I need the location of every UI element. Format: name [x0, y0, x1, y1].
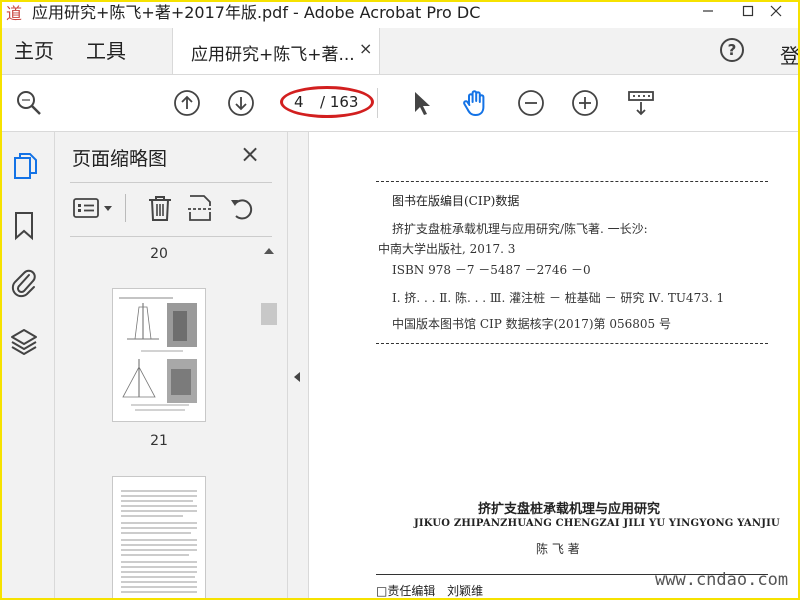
bookmarks-button[interactable] — [12, 211, 36, 245]
trash-icon — [149, 196, 171, 221]
next-page-button[interactable] — [226, 88, 256, 118]
layers-button[interactable] — [10, 326, 38, 362]
list-options-icon — [73, 198, 112, 218]
panel-title: 页面缩略图 — [72, 148, 168, 170]
panel-close-icon[interactable]: × — [240, 140, 260, 168]
close-window-button[interactable] — [756, 0, 796, 26]
site-logo: 道 — [6, 4, 24, 23]
hand-tool-button[interactable] — [460, 88, 490, 118]
maximize-icon — [742, 5, 754, 17]
minimize-icon — [703, 10, 713, 12]
thumbnail-scrollbar[interactable] — [260, 242, 278, 600]
panel-divider — [70, 236, 272, 237]
toolbar-separator — [377, 88, 378, 118]
minimize-button[interactable] — [688, 0, 728, 26]
scrollbar-thumb[interactable] — [261, 303, 277, 325]
watermark-text: www.cndao.com — [655, 570, 789, 590]
dashed-rule — [376, 343, 768, 344]
rotate-page-button[interactable] — [228, 194, 256, 226]
arrow-up-circle-icon — [174, 90, 200, 116]
left-tool-rail — [0, 132, 55, 600]
thumbnail-page-number: 20 — [150, 246, 168, 262]
book-title-pinyin: JIKUO ZHIPANZHUANG CHENGZAI JILI YU YING… — [414, 518, 780, 529]
cip-line: Ⅰ. 挤. . . Ⅱ. 陈. . . Ⅲ. 灌注桩 － 桩基础 － 研究 Ⅳ.… — [392, 291, 725, 305]
cursor-arrow-icon — [415, 92, 430, 115]
book-title: 挤扩支盘桩承载机理与应用研究 — [478, 502, 661, 517]
zoom-out-button[interactable] — [516, 88, 546, 118]
dashed-rule — [376, 181, 768, 182]
cip-line: ISBN 978 －7 －5487 －2746 －0 — [392, 263, 591, 277]
thumbnail-options-button[interactable] — [72, 194, 116, 226]
editor-name: 刘颖维 — [447, 584, 484, 598]
panel-divider — [70, 182, 272, 183]
document-tab[interactable]: 应用研究+陈飞+著... × — [172, 28, 380, 74]
editor-credit: □责任编辑 刘颖维 — [376, 582, 483, 599]
cip-line: 中国版本图书馆 CIP 数据核字(2017)第 056805 号 — [392, 317, 671, 331]
minus-circle-icon — [518, 90, 544, 116]
thumbnail-page-number: 21 — [150, 433, 168, 449]
thumbnail-text-lines — [121, 490, 197, 593]
page-thumbnails-button[interactable] — [12, 152, 40, 186]
close-icon — [770, 5, 782, 17]
plus-circle-icon — [572, 90, 598, 116]
tab-close-icon[interactable]: × — [359, 39, 372, 58]
previous-page-button[interactable] — [172, 88, 202, 118]
thumbnail-illustration — [119, 297, 197, 411]
window-title: 应用研究+陈飞+著+2017年版.pdf - Adobe Acrobat Pro… — [32, 3, 481, 22]
delete-page-button[interactable] — [146, 194, 174, 226]
panel-splitter[interactable] — [287, 132, 309, 600]
menu-tools[interactable]: 工具 — [86, 38, 126, 64]
pages-icon — [14, 153, 37, 179]
editor-label: □责任编辑 — [376, 584, 436, 598]
help-icon[interactable]: ? — [720, 38, 744, 62]
menu-home[interactable]: 主页 — [14, 38, 54, 64]
extract-page-button[interactable] — [186, 194, 214, 226]
red-annotation-ellipse — [280, 86, 374, 118]
login-link[interactable]: 登 — [780, 40, 800, 69]
panel-toolbar-separator — [125, 194, 126, 222]
zoom-search-button[interactable] — [14, 88, 44, 118]
bookmark-icon — [15, 212, 33, 241]
page-thumbnail[interactable] — [112, 476, 206, 600]
rotate-icon — [231, 199, 253, 220]
zoom-in-button[interactable] — [570, 88, 600, 118]
page-thumbnail[interactable] — [112, 288, 206, 422]
select-tool-button[interactable] — [406, 88, 436, 118]
paperclip-icon — [11, 269, 36, 298]
magnifier-icon — [17, 91, 41, 115]
scroll-up-icon[interactable] — [262, 246, 276, 259]
attachments-button[interactable] — [10, 266, 38, 302]
hand-icon — [463, 90, 485, 116]
document-page — [310, 132, 800, 600]
page-extract-icon — [188, 195, 212, 221]
cip-heading: 图书在版编目(CIP)数据 — [392, 194, 520, 208]
page-display-button[interactable] — [626, 88, 656, 118]
layers-icon — [11, 329, 37, 355]
toolbar — [0, 75, 800, 132]
arrow-down-circle-icon — [228, 90, 254, 116]
scroll-mode-icon — [628, 91, 654, 116]
document-tab-label: 应用研究+陈飞+著... — [191, 45, 355, 65]
cip-line: 挤扩支盘桩承载机理与应用研究/陈飞著. 一长沙: — [392, 222, 648, 236]
book-author: 陈 飞 著 — [536, 542, 580, 556]
cip-line: 中南大学出版社, 2017. 3 — [378, 242, 516, 256]
collapse-panel-icon[interactable] — [292, 370, 302, 387]
